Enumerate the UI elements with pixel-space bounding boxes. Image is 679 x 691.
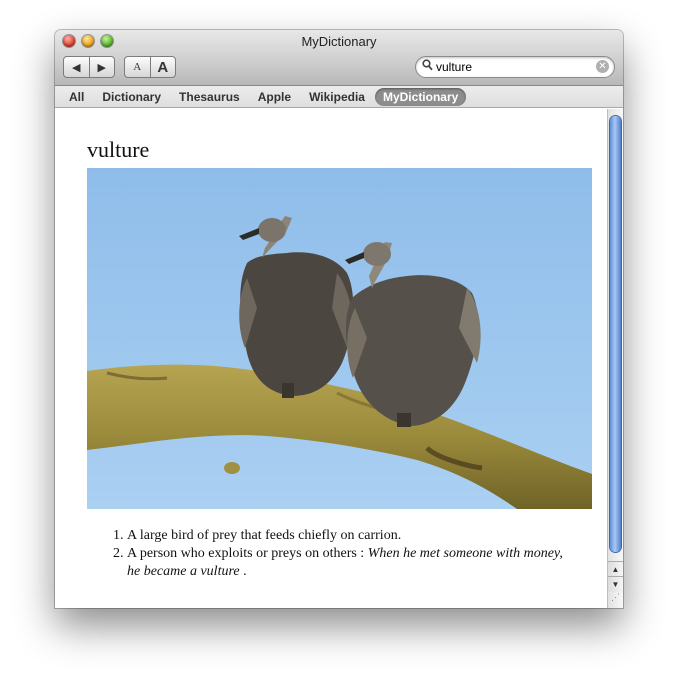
entry-content: vulture 1. A large bird of prey that fee… xyxy=(55,109,607,608)
forward-button[interactable]: ▶ xyxy=(88,57,115,77)
tab-wikipedia[interactable]: Wikipedia xyxy=(301,88,373,106)
magnifier-icon xyxy=(422,59,433,74)
vertical-scrollbar[interactable]: ▲ ▼ ⋰ xyxy=(607,109,623,608)
search-field[interactable]: ✕ xyxy=(415,56,615,78)
example-trailing-punctuation: . xyxy=(239,564,247,579)
back-button[interactable]: ◀ xyxy=(64,57,89,77)
definition-text: A large bird of prey that feeds chiefly … xyxy=(127,528,402,543)
navigation-group: ◀ ▶ xyxy=(63,56,115,78)
dictionary-window: MyDictionary ◀ ▶ A A ✕ All Dictionary Th… xyxy=(55,30,623,608)
search-input[interactable] xyxy=(435,59,587,74)
scrollbar-thumb[interactable] xyxy=(610,116,621,552)
tab-dictionary[interactable]: Dictionary xyxy=(94,88,169,106)
tab-thesaurus[interactable]: Thesaurus xyxy=(171,88,248,106)
tab-mydictionary[interactable]: MyDictionary xyxy=(374,87,467,106)
scroll-up-arrow-icon[interactable]: ▲ xyxy=(608,561,623,577)
clear-search-icon[interactable]: ✕ xyxy=(596,60,609,73)
font-size-group: A A xyxy=(124,56,176,78)
scroll-down-arrow-icon[interactable]: ▼ xyxy=(608,576,623,592)
tab-apple[interactable]: Apple xyxy=(250,88,299,106)
window-title: MyDictionary xyxy=(301,34,377,49)
definition-item: A large bird of prey that feeds chiefly … xyxy=(127,527,577,545)
increase-font-button[interactable]: A xyxy=(149,57,176,77)
back-arrow-icon: ◀ xyxy=(72,61,81,74)
vulture-photo xyxy=(87,168,592,509)
resize-grip-icon[interactable]: ⋰ xyxy=(608,592,623,607)
title-bar: MyDictionary ◀ ▶ A A ✕ xyxy=(55,30,623,86)
tab-all[interactable]: All xyxy=(61,88,92,106)
entry-headword: vulture xyxy=(87,137,150,162)
forward-arrow-icon: ▶ xyxy=(97,61,106,74)
definition-item: A person who exploits or preys on others… xyxy=(127,545,577,581)
decrease-font-button[interactable]: A xyxy=(125,57,150,77)
definition-text: A person who exploits or preys on others… xyxy=(127,546,368,561)
source-tab-bar: All Dictionary Thesaurus Apple Wikipedia… xyxy=(55,86,623,108)
definition-list: A large bird of prey that feeds chiefly … xyxy=(87,527,577,581)
